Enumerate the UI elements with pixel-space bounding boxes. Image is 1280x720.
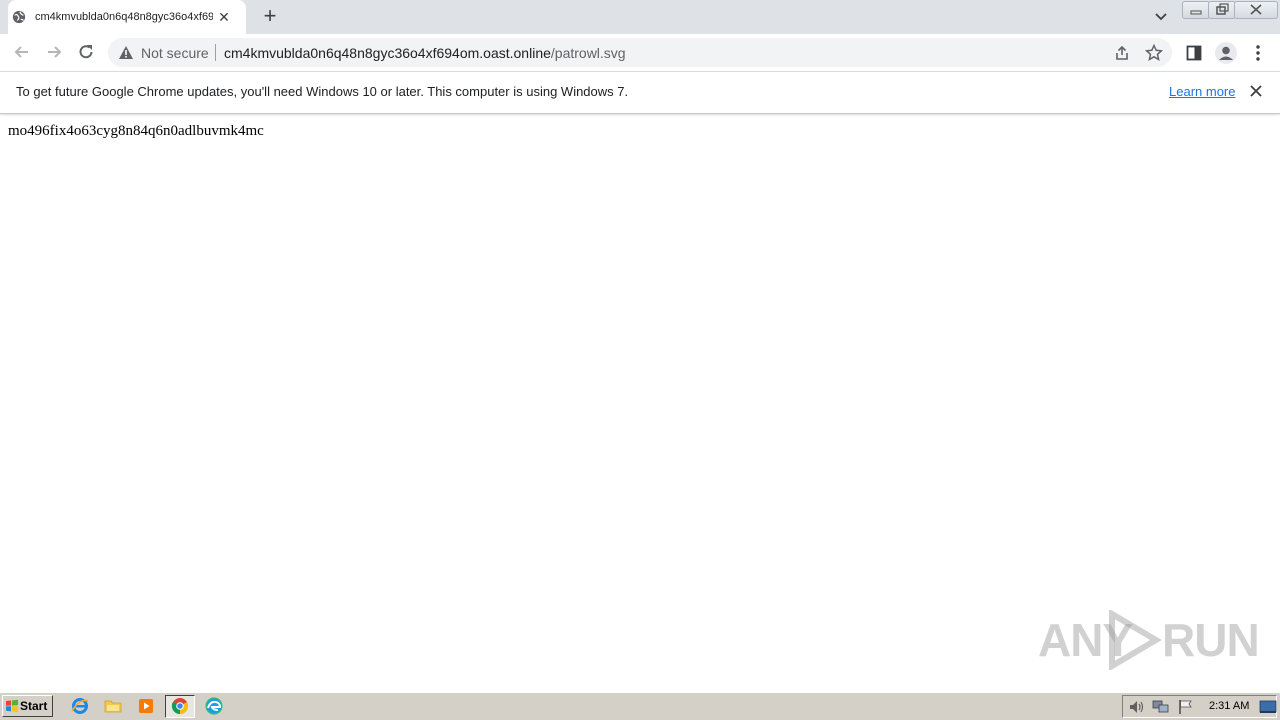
network-icon[interactable] [1152,699,1170,715]
folder-icon[interactable] [104,697,122,715]
reload-icon[interactable] [76,42,96,62]
minimize-icon [1190,10,1202,15]
close-window-button[interactable] [1234,1,1278,19]
profile-avatar-icon[interactable] [1214,41,1238,65]
kebab-menu-icon[interactable] [1250,44,1266,62]
windows-logo-icon [6,699,18,712]
restore-icon [1216,3,1229,15]
back-arrow-icon[interactable] [12,42,32,62]
internet-explorer-icon[interactable] [71,697,89,715]
url-text[interactable]: cm4kmvublda0n6q48n8gyc36o4xf694om.oast.o… [224,45,626,61]
restore-button[interactable] [1208,1,1236,19]
chrome-icon [171,698,189,715]
start-label: Start [20,699,48,713]
share-icon[interactable] [1113,44,1131,62]
watermark-play-icon [1109,610,1162,670]
learn-more-link[interactable]: Learn more [1169,84,1235,99]
taskbar-clock[interactable]: 2:31 AM [1209,700,1249,713]
globe-icon [12,10,26,24]
edge-icon[interactable] [205,697,223,715]
side-panel-icon[interactable] [1185,44,1203,62]
chevron-down-icon[interactable] [1151,8,1171,26]
volume-icon[interactable] [1128,699,1146,715]
show-desktop-icon[interactable] [1259,699,1277,715]
window-controls [1182,0,1278,20]
action-center-flag-icon[interactable] [1177,699,1195,715]
tab-title: cm4kmvublda0n6q48n8gyc36o4xf694om.oast.o… [35,11,213,23]
url-host: cm4kmvublda0n6q48n8gyc36o4xf694om.oast.o… [224,45,551,61]
watermark-run: RUN [1162,614,1260,666]
tab-close-icon[interactable]: ✕ [216,9,232,25]
forward-arrow-icon[interactable] [44,42,64,62]
url-path: /patrowl.svg [550,45,626,61]
new-tab-button[interactable]: + [260,5,280,28]
media-player-icon[interactable] [137,697,155,715]
minimize-button[interactable] [1182,1,1210,19]
bookmark-star-icon[interactable] [1145,44,1163,62]
infobar-message: To get future Google Chrome updates, you… [16,84,629,99]
close-icon [1250,4,1262,15]
warning-icon[interactable] [118,45,134,60]
url-divider [215,44,216,61]
security-label[interactable]: Not secure [141,45,209,61]
close-icon[interactable] [1248,83,1264,99]
page-body-text: mo496fix4o63cyg8n84q6n0adlbuvmk4mc [8,123,264,139]
